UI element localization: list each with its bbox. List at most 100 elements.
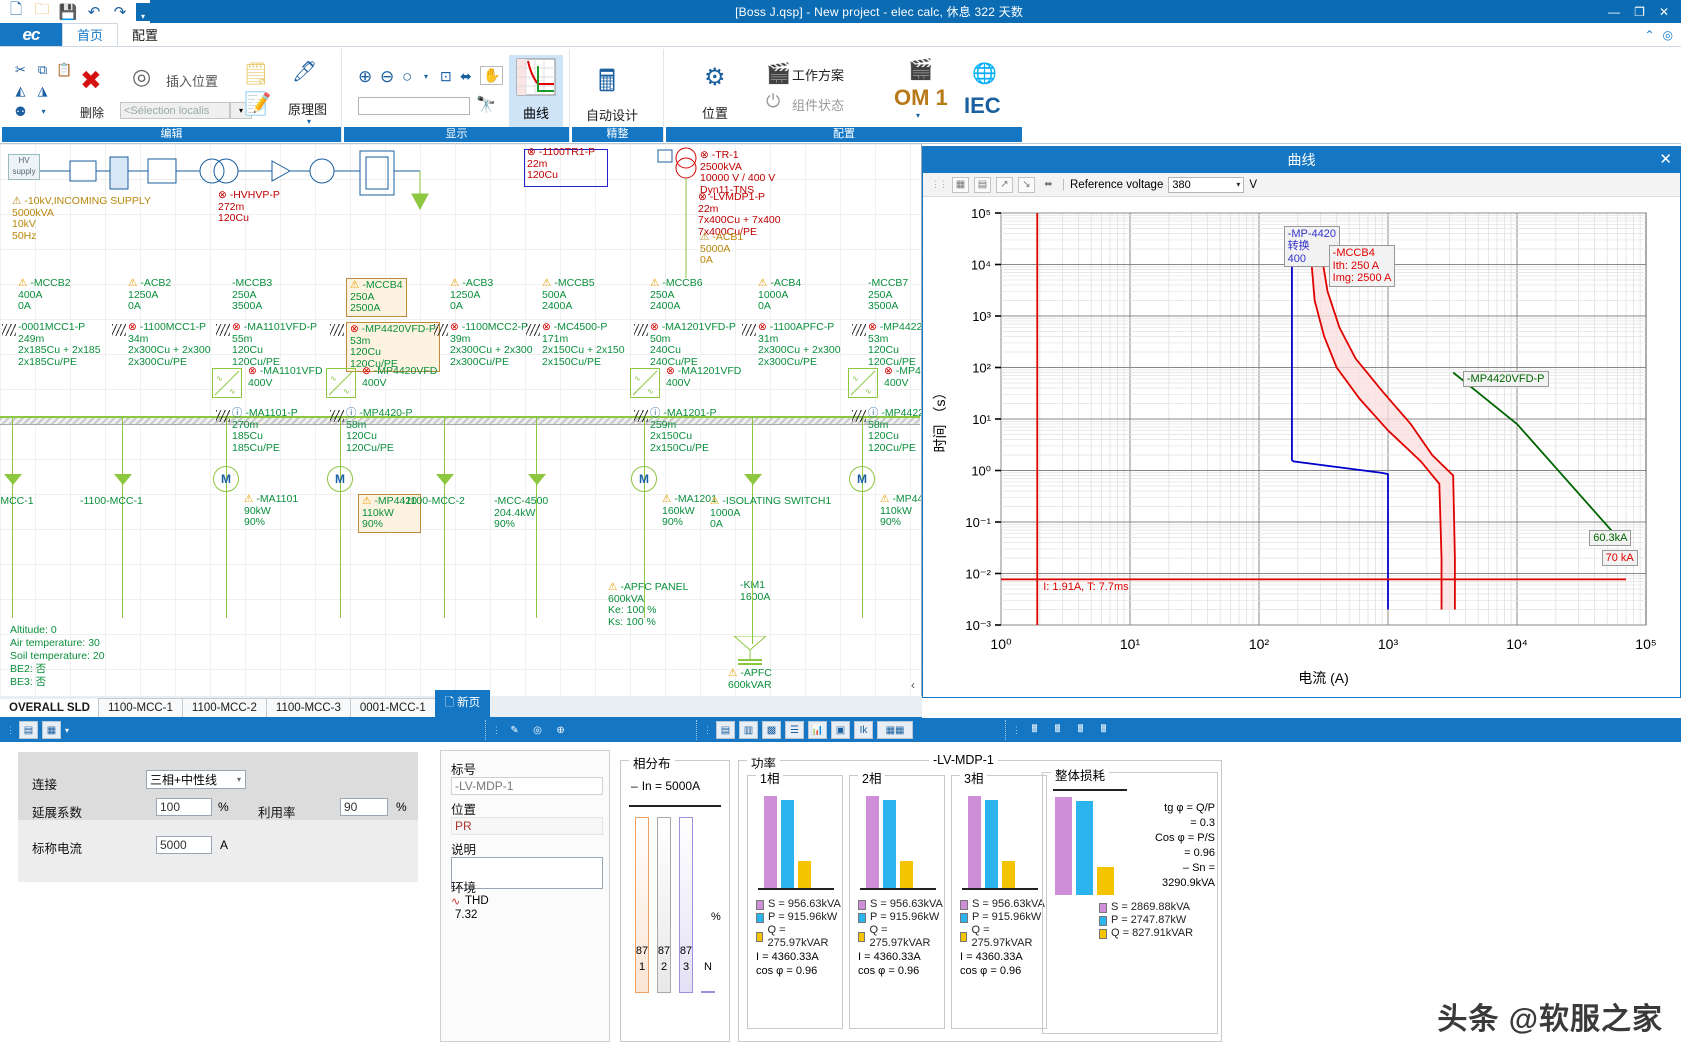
curves-toolbar[interactable]: ⋮⋮ ▦ ▤ ↗ ↘ ⬌ | Reference voltage 380 ▾ V (923, 173, 1680, 197)
curves-window[interactable]: 曲线 ✕ ⋮⋮ ▦ ▤ ↗ ↘ ⬌ | Reference voltage 38… (922, 146, 1681, 698)
new-icon[interactable]: 🗋 (6, 3, 26, 21)
gear-pin-icon[interactable]: ⚙ (704, 63, 726, 92)
curve-annotation[interactable]: -MCCB4 Ith: 250 A Img: 2500 A (1329, 245, 1396, 287)
undo-icon[interactable]: ↶ (84, 3, 104, 21)
sheet-tab-4[interactable]: 0001-MCC-1 (350, 698, 436, 717)
breaker-label[interactable]: ⚠ -ACB4 1000A 0A (758, 278, 801, 313)
ik-view-icon[interactable]: Ik (854, 721, 873, 739)
help-icon[interactable]: ◎ (1663, 28, 1673, 42)
properties-icon[interactable]: ▤ (19, 721, 38, 739)
add-curve-icon[interactable]: ▦ (952, 177, 969, 193)
motor-cable-label[interactable]: ⓘ -MA1201-P 259m 2x150Cu 2x150Cu/PE (650, 408, 717, 454)
vfd-label[interactable]: ⊗ -MA1101VFD 400V (248, 366, 323, 389)
tag-input[interactable]: -LV-MDP-1 (451, 777, 603, 795)
close-button[interactable]: ✕ (1659, 5, 1669, 19)
schematic-label[interactable]: 原理图 (288, 99, 327, 118)
bottom-toolbar[interactable]: ⋮ ▤ ▦ ▾ ⋮ ✎ ◎ ⊕ ⋮ ▤ ▥ ▩ ☰ 📊 ▣ Ik ▦▦ ⋮ 🖩 … (0, 718, 1681, 742)
feeder-bottom-label[interactable]: -0001-MCC-1 (0, 496, 34, 508)
curves-close-icon[interactable]: ✕ (1659, 150, 1672, 168)
feeder-bottom-label[interactable]: -MCC-4500 204.4kW 90% (494, 496, 548, 531)
cable-label[interactable]: ⊗ -1100MCC2-P 39m 2x300Cu + 2x300 2x300C… (450, 322, 533, 368)
connection-select[interactable]: 三相+中性线 ▾ (146, 770, 246, 789)
schematic-edit-icon[interactable]: 📝 (244, 91, 271, 117)
zoom-window-icon[interactable]: ⊡ (440, 68, 452, 85)
breaker-label[interactable]: ⚠ -MCCB5 500A 2400A (542, 278, 595, 313)
table-grid-icon[interactable]: ▦▦ (877, 721, 913, 739)
paste-icon[interactable]: 📋 (56, 61, 73, 78)
cable-label[interactable]: ⊗ -1100APFC-P 31m 2x300Cu + 2x300 2x300C… (758, 322, 841, 368)
cable-label[interactable]: ⊗ -MA1201VFD-P 50m 240Cu 240Cu/PE (650, 322, 736, 368)
calc-search-icon[interactable]: 🖩 (1071, 721, 1090, 739)
utilization-input[interactable]: 90 (340, 798, 388, 816)
contactor-label[interactable]: -KM1 1600A (740, 580, 770, 603)
quick-access-toolbar[interactable]: 🗋 🗀 💾 ↶ ↷ ▾ (0, 0, 150, 23)
schematic-dropdown-icon[interactable]: ▾ (307, 117, 311, 126)
cable-label[interactable]: ⊗ -MP4422VF 53m 120Cu 120Cu/PE (868, 322, 922, 368)
copy-icon[interactable]: ⧉ (34, 61, 51, 78)
edit-curve-icon[interactable]: ↗ (996, 177, 1013, 193)
mirror-left-icon[interactable]: ◭ (12, 82, 29, 99)
auto-design-label[interactable]: 自动设计 (586, 105, 638, 124)
chevron-down-icon[interactable]: ▾ (237, 775, 241, 784)
insert-location-label[interactable]: 插入位置 (166, 71, 218, 90)
motor-symbol[interactable]: M (213, 466, 239, 492)
text-view-icon[interactable]: ☰ (785, 721, 804, 739)
incoming-supply-label[interactable]: ⚠ -10kV,INCOMING SUPPLY 5000kVA 10kV 50H… (12, 196, 151, 242)
zoom-out-icon[interactable]: ⊖ (380, 67, 394, 87)
location-pin-icon[interactable]: ◎ (528, 721, 547, 739)
schematic-abc-icon[interactable]: 🖊 (292, 59, 317, 84)
tab-home[interactable]: 首页 (62, 23, 118, 46)
cut-icon[interactable]: ✂ (12, 61, 29, 78)
bars-view-icon[interactable]: 📊 (808, 721, 827, 739)
motor-symbol[interactable]: M (631, 466, 657, 492)
dropdown-icon[interactable]: ▾ (65, 726, 69, 735)
calc-ec-icon[interactable]: 🖩 (1025, 721, 1044, 739)
curve-annotation[interactable]: -MP4420VFD-P (1463, 371, 1549, 388)
delete-button-label[interactable]: 删除 (80, 104, 104, 121)
note-icon[interactable]: 🗒 (242, 61, 270, 87)
sld-scroll-left-icon[interactable]: ‹ (911, 678, 915, 692)
revert-curve-icon[interactable]: ↘ (1018, 177, 1035, 193)
minimize-button[interactable]: — (1608, 5, 1620, 19)
apfc-panel-label[interactable]: ⚠ -APFC PANEL 600kVA Ke: 100 % Ks: 100 % (608, 582, 688, 628)
main-busbar[interactable] (0, 416, 920, 425)
toolbar-grip[interactable]: ⋮⋮ (931, 179, 947, 190)
motor-symbol[interactable]: M (849, 466, 875, 492)
acb1-label[interactable]: ⚠ -ACB1 5000A 0A (700, 232, 743, 267)
grid-view-icon[interactable]: ▣ (831, 721, 850, 739)
sheet-tab-0[interactable]: OVERALL SLD (0, 699, 99, 717)
breaker-label[interactable]: ⚠ -MCCB6 250A 2400A (650, 278, 703, 313)
group-icon[interactable]: ⚉ (12, 103, 29, 120)
location-pin-icon[interactable]: ◎ (132, 64, 151, 90)
save-icon[interactable]: 💾 (58, 3, 78, 21)
clapper-om-icon[interactable]: 🎬 (908, 57, 933, 82)
location-combo-box[interactable]: <Sélection localis (120, 102, 230, 119)
curve-annotation[interactable]: I: 1.91A, T: 7.7ms (1043, 581, 1128, 594)
rated-current-input[interactable]: 5000 (156, 836, 212, 854)
hvhvp-label[interactable]: ⊗ -HVHVP-P 272m 120Cu (218, 190, 280, 225)
app-menu-button[interactable]: ec (0, 23, 62, 46)
single-line-diagram-canvas[interactable]: HVsupply ⊗ -HVHVP-P 272m 120Cu ⚠ -10kV,I… (0, 144, 922, 696)
edit-pen-icon[interactable]: ✎ (505, 721, 524, 739)
cable-label[interactable]: ⊗ -1100MCC1-P 34m 2x300Cu + 2x300 2x300C… (128, 322, 211, 368)
mirror-right-icon[interactable]: ◮ (34, 82, 51, 99)
position-label[interactable]: 位置 (702, 103, 728, 122)
remove-curve-icon[interactable]: ▤ (974, 177, 991, 193)
sheet-tab-1[interactable]: 1100-MCC-1 (98, 698, 183, 717)
table-icon[interactable]: ▦ (42, 721, 61, 739)
sheet-tab-5[interactable]: 🗋 新页 (435, 690, 490, 717)
tr1-cable-label[interactable]: ⊗ -1100TR1-P 22m 120Cu (527, 147, 595, 182)
breaker-label[interactable]: ⚠ -ACB2 1250A 0A (128, 278, 171, 313)
zoom-dropdown-icon[interactable]: ▾ (424, 72, 428, 81)
curve-annotation[interactable]: 70 kA (1602, 550, 1638, 567)
detail-view-icon[interactable]: ▥ (739, 721, 758, 739)
summary-view-icon[interactable]: ▩ (762, 721, 781, 739)
power-icon[interactable]: ⏻ (766, 91, 780, 112)
motor-cable-label[interactable]: ⓘ -MP4420-P 58m 120Cu 120Cu/PE (346, 408, 413, 454)
motor-label[interactable]: ⚠ -MP4422 110kW 90% (880, 494, 922, 529)
ref-voltage-select[interactable]: 380 ▾ (1168, 177, 1244, 193)
target-icon[interactable]: ⊕ (551, 721, 570, 739)
motor-symbol[interactable]: M (327, 466, 353, 492)
work-scheme-label[interactable]: 工作方案 (792, 65, 844, 84)
vfd-label[interactable]: ⊗ -MP4422V 400V (884, 366, 922, 389)
